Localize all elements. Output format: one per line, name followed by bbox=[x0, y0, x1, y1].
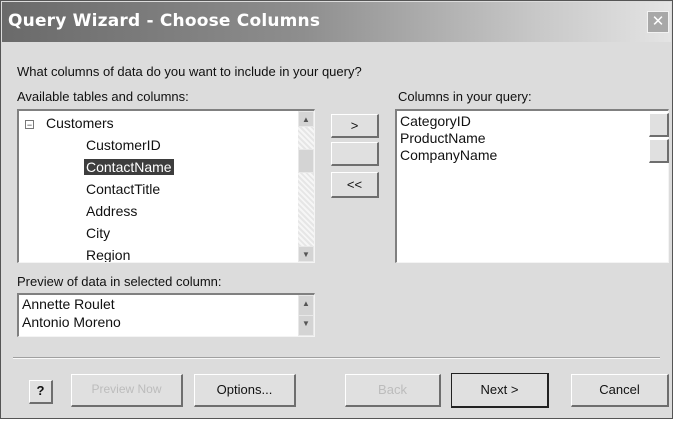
query-column-item[interactable]: CategoryID bbox=[400, 113, 471, 129]
move-up-button[interactable] bbox=[649, 113, 669, 137]
options-label: Options... bbox=[216, 382, 273, 397]
column-item[interactable]: Address bbox=[86, 203, 137, 219]
preview-value: Annette Roulet bbox=[22, 296, 115, 312]
scroll-down-icon[interactable]: ▼ bbox=[298, 246, 314, 262]
query-column-item[interactable]: CompanyName bbox=[400, 147, 497, 163]
available-columns-label: Available tables and columns: bbox=[17, 89, 189, 104]
back-label: Back bbox=[378, 382, 407, 397]
add-column-button[interactable]: > bbox=[331, 114, 379, 138]
query-wizard-dialog: Query Wizard - Choose Columns ✕ What col… bbox=[0, 0, 673, 419]
column-item[interactable]: ContactTitle bbox=[86, 181, 160, 197]
query-columns-list[interactable]: CategoryID ProductName CompanyName bbox=[395, 109, 669, 263]
footer-separator bbox=[13, 357, 660, 359]
remove-all-columns-button[interactable]: << bbox=[331, 172, 379, 198]
add-column-label: > bbox=[350, 118, 359, 133]
cancel-button[interactable]: Cancel bbox=[571, 374, 669, 407]
next-label: Next > bbox=[480, 382, 519, 397]
window-title: Query Wizard - Choose Columns bbox=[8, 11, 321, 31]
table-node-customers[interactable]: Customers bbox=[46, 115, 114, 131]
cancel-label: Cancel bbox=[599, 382, 640, 397]
help-button[interactable]: ? bbox=[29, 380, 53, 404]
scroll-up-icon[interactable]: ▲ bbox=[298, 111, 314, 127]
available-columns-list[interactable]: − Customers CustomerID ContactName Conta… bbox=[17, 109, 315, 263]
column-item[interactable]: CustomerID bbox=[86, 137, 161, 153]
preview-list[interactable]: Annette Roulet Antonio Moreno ▲ ▼ bbox=[17, 293, 315, 337]
preview-value: Antonio Moreno bbox=[22, 314, 121, 330]
close-icon: ✕ bbox=[651, 12, 665, 30]
preview-label: Preview of data in selected column: bbox=[17, 274, 222, 289]
close-button[interactable]: ✕ bbox=[647, 11, 669, 33]
remove-all-label: << bbox=[346, 177, 363, 192]
next-button[interactable]: Next > bbox=[451, 373, 549, 408]
column-item[interactable]: City bbox=[86, 225, 110, 241]
preview-now-label: Preview Now bbox=[91, 382, 162, 396]
prompt-text: What columns of data do you want to incl… bbox=[17, 64, 362, 79]
query-column-item[interactable]: ProductName bbox=[400, 130, 486, 146]
back-button[interactable]: Back bbox=[345, 374, 441, 407]
scroll-down-icon[interactable]: ▼ bbox=[298, 315, 314, 336]
move-down-button[interactable] bbox=[649, 139, 669, 163]
remove-column-button[interactable] bbox=[331, 142, 379, 166]
options-button[interactable]: Options... bbox=[194, 374, 296, 407]
scroll-thumb[interactable] bbox=[298, 149, 314, 173]
available-list-scrollbar[interactable]: ▲ ▼ bbox=[298, 111, 314, 262]
query-columns-label: Columns in your query: bbox=[398, 89, 532, 104]
preview-scrollbar[interactable]: ▲ ▼ bbox=[298, 295, 314, 336]
tree-collapse-icon[interactable]: − bbox=[25, 120, 34, 130]
column-item-selected[interactable]: ContactName bbox=[84, 159, 174, 175]
title-bar[interactable]: Query Wizard - Choose Columns ✕ bbox=[2, 2, 671, 42]
help-icon: ? bbox=[36, 383, 45, 398]
preview-now-button[interactable]: Preview Now bbox=[71, 374, 183, 407]
column-item[interactable]: Region bbox=[86, 247, 130, 262]
scroll-up-icon[interactable]: ▲ bbox=[298, 295, 314, 316]
